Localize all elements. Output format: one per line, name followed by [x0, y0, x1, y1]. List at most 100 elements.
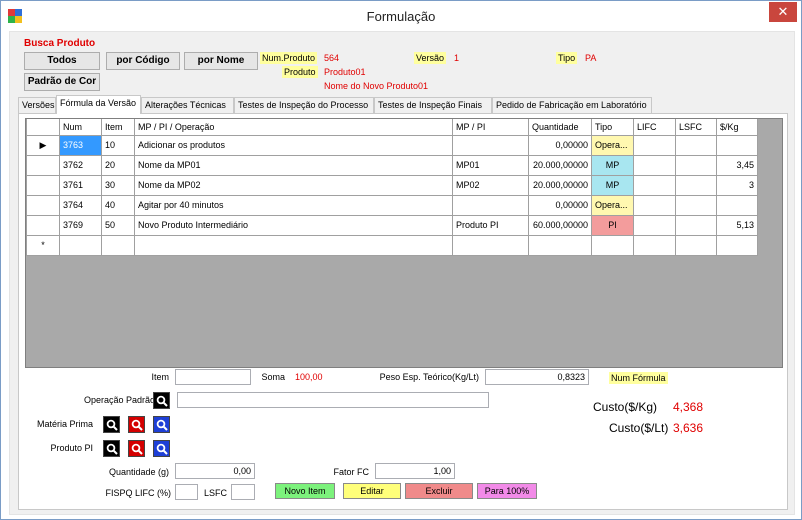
cell-item[interactable]: 40 [101, 194, 135, 216]
col-header-lsfc[interactable]: LSFC [675, 119, 717, 136]
cell-num[interactable]: 3763 [59, 134, 102, 156]
cell-item[interactable]: 20 [101, 154, 135, 176]
table-row[interactable]: ▶ 3763 10 Adicionar os produtos 0,00000 … [26, 134, 758, 156]
formula-grid[interactable]: Num Item MP / PI / Operação MP / PI Quan… [25, 118, 783, 368]
cell-custo-kg[interactable] [716, 194, 758, 216]
cell-lifc[interactable] [633, 214, 676, 236]
peso-field[interactable]: 0,8323 [485, 369, 589, 385]
materia-search-red-button[interactable] [128, 416, 145, 433]
padrao-de-cor-button[interactable]: Padrão de Cor [24, 73, 100, 91]
materia-search-button[interactable] [103, 416, 120, 433]
cell-new[interactable] [452, 234, 529, 256]
col-header-num[interactable]: Num [59, 119, 102, 136]
cell-custo-kg[interactable] [716, 134, 758, 156]
cell-quantidade[interactable]: 0,00000 [528, 134, 592, 156]
table-row[interactable]: 3761 30 Nome da MP02 MP02 20.000,00000 M… [26, 174, 758, 196]
excluir-button[interactable]: Excluir [405, 483, 473, 499]
materia-search-blue-button[interactable] [153, 416, 170, 433]
tab-testes-inspecao-finais[interactable]: Testes de Inspeção Finais [374, 97, 492, 113]
cell-quantidade[interactable]: 20.000,00000 [528, 174, 592, 196]
cell-num[interactable]: 3764 [59, 194, 102, 216]
col-header-lifc[interactable]: LIFC [633, 119, 676, 136]
cell-lsfc[interactable] [675, 134, 717, 156]
cell-lsfc[interactable] [675, 214, 717, 236]
por-nome-button[interactable]: por Nome [184, 52, 258, 70]
cell-custo-kg[interactable]: 3,45 [716, 154, 758, 176]
close-button[interactable]: ✕ [769, 2, 797, 22]
col-header-quantidade[interactable]: Quantidade [528, 119, 592, 136]
novo-item-button[interactable]: Novo Item [275, 483, 335, 499]
row-header[interactable] [26, 154, 60, 176]
cell-new[interactable] [633, 234, 676, 256]
cell-mppi[interactable] [452, 134, 529, 156]
cell-tipo[interactable]: PI [591, 214, 634, 236]
todos-button[interactable]: Todos [24, 52, 100, 70]
cell-new[interactable] [675, 234, 717, 256]
cell-new[interactable] [591, 234, 634, 256]
cell-descricao[interactable]: Novo Produto Intermediário [134, 214, 453, 236]
fispq-lifc-field[interactable] [175, 484, 198, 500]
cell-new[interactable] [101, 234, 135, 256]
cell-descricao[interactable]: Nome da MP02 [134, 174, 453, 196]
tab-versoes[interactable]: Versões [18, 97, 56, 113]
fator-fc-field[interactable]: 1,00 [375, 463, 455, 479]
cell-custo-kg[interactable]: 3 [716, 174, 758, 196]
tab-testes-inspecao-processo[interactable]: Testes de Inspeção do Processo [234, 97, 374, 113]
tab-pedido-fabricacao[interactable]: Pedido de Fabricação em Laboratório [492, 97, 652, 113]
cell-tipo[interactable]: MP [591, 174, 634, 196]
cell-num[interactable]: 3762 [59, 154, 102, 176]
cell-item[interactable]: 50 [101, 214, 135, 236]
cell-mppi[interactable]: MP02 [452, 174, 529, 196]
operacao-padrao-field[interactable] [177, 392, 489, 408]
cell-custo-kg[interactable]: 5,13 [716, 214, 758, 236]
cell-descricao[interactable]: Adicionar os produtos [134, 134, 453, 156]
cell-mppi[interactable]: Produto PI [452, 214, 529, 236]
cell-lifc[interactable] [633, 194, 676, 216]
cell-mppi[interactable] [452, 194, 529, 216]
produto-pi-search-blue-button[interactable] [153, 440, 170, 457]
table-row[interactable]: 3764 40 Agitar por 40 minutos 0,00000 Op… [26, 194, 758, 216]
cell-lsfc[interactable] [675, 154, 717, 176]
col-header-custo-kg[interactable]: $/Kg [716, 119, 758, 136]
close-icon[interactable]: ✕ [778, 4, 789, 19]
produto-pi-search-red-button[interactable] [128, 440, 145, 457]
lsfc-field[interactable] [231, 484, 255, 500]
cell-descricao[interactable]: Agitar por 40 minutos [134, 194, 453, 216]
cell-lifc[interactable] [633, 154, 676, 176]
cell-new[interactable] [59, 234, 102, 256]
col-header-tipo[interactable]: Tipo [591, 119, 634, 136]
cell-new[interactable] [716, 234, 758, 256]
cell-quantidade[interactable]: 20.000,00000 [528, 154, 592, 176]
editar-button[interactable]: Editar [343, 483, 401, 499]
cell-new[interactable] [528, 234, 592, 256]
col-header-item[interactable]: Item [101, 119, 135, 136]
cell-mppi[interactable]: MP01 [452, 154, 529, 176]
quantidade-field[interactable]: 0,00 [175, 463, 255, 479]
por-codigo-button[interactable]: por Código [106, 52, 180, 70]
cell-descricao[interactable]: Nome da MP01 [134, 154, 453, 176]
table-row[interactable]: 3769 50 Novo Produto Intermediário Produ… [26, 214, 758, 236]
para-100-button[interactable]: Para 100% [477, 483, 537, 499]
cell-tipo[interactable]: Opera... [591, 134, 634, 156]
item-field[interactable] [175, 369, 251, 385]
produto-pi-search-button[interactable] [103, 440, 120, 457]
row-header[interactable] [26, 174, 60, 196]
current-row-marker[interactable]: ▶ [26, 134, 60, 156]
cell-lifc[interactable] [633, 174, 676, 196]
cell-item[interactable]: 30 [101, 174, 135, 196]
col-header-mppi[interactable]: MP / PI [452, 119, 529, 136]
tab-formula-da-versao[interactable]: Fórmula da Versão [56, 95, 141, 114]
new-row[interactable]: * [26, 234, 758, 256]
cell-num[interactable]: 3761 [59, 174, 102, 196]
cell-tipo[interactable]: MP [591, 154, 634, 176]
tab-alteracoes-tecnicas[interactable]: Alterações Técnicas [141, 97, 234, 113]
cell-lifc[interactable] [633, 134, 676, 156]
cell-quantidade[interactable]: 0,00000 [528, 194, 592, 216]
table-row[interactable]: 3762 20 Nome da MP01 MP01 20.000,00000 M… [26, 154, 758, 176]
cell-tipo[interactable]: Opera... [591, 194, 634, 216]
cell-lsfc[interactable] [675, 194, 717, 216]
row-header[interactable] [26, 194, 60, 216]
cell-quantidade[interactable]: 60.000,00000 [528, 214, 592, 236]
cell-num[interactable]: 3769 [59, 214, 102, 236]
cell-new[interactable] [134, 234, 453, 256]
